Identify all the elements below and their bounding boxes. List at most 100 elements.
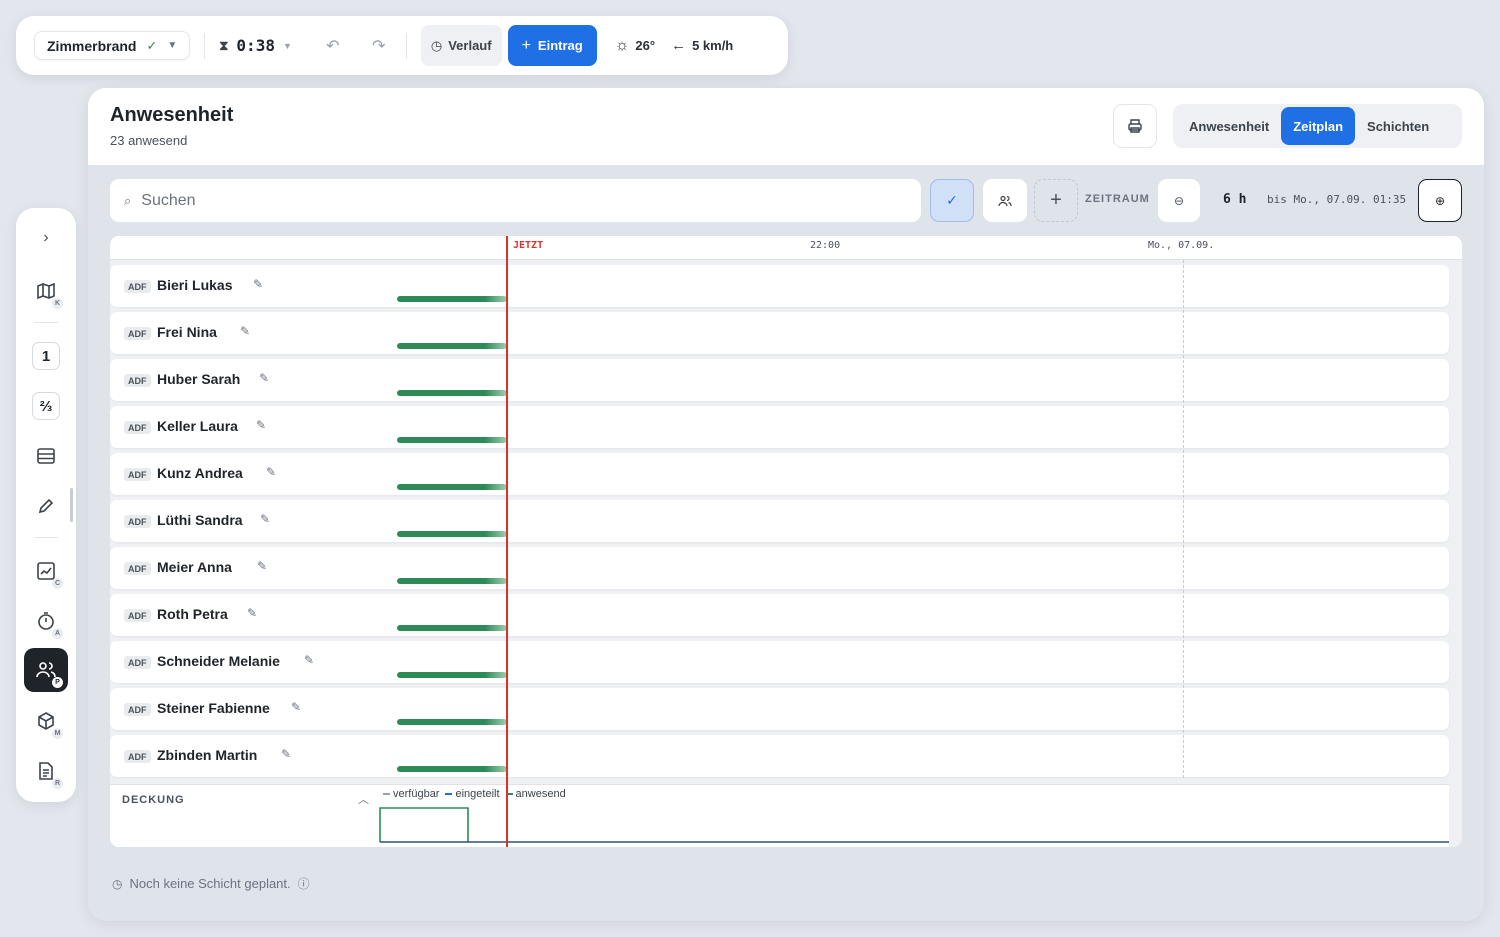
present-bar	[397, 625, 507, 631]
rail-item-1[interactable]: 1	[24, 334, 68, 378]
filter-present-toggle[interactable]: ✓	[930, 179, 974, 222]
incident-selector[interactable]: Zimmerbrand ✓ ▼	[34, 31, 191, 60]
document-icon	[39, 762, 53, 780]
person-row[interactable]: ADF Roth Petra ✎	[110, 594, 1449, 636]
person-name: Roth Petra	[157, 606, 228, 622]
edit-pencil-icon[interactable]: ✎	[281, 747, 291, 761]
verlauf-button[interactable]: ◷ Verlauf	[420, 25, 502, 66]
map-icon	[37, 282, 55, 300]
legend-verfuegbar: verfügbar	[383, 788, 439, 800]
chevron-up-icon[interactable]: ︿	[358, 791, 369, 807]
timer-selector[interactable]: ⧗ 0:38 ▼	[219, 36, 292, 55]
now-label: JETZT	[513, 240, 544, 251]
edit-pencil-icon[interactable]: ✎	[247, 606, 257, 620]
rail-item-report[interactable]: R	[24, 749, 68, 793]
expand-rail-button[interactable]: ›	[24, 216, 68, 260]
zoom-in-button[interactable]: ⊕	[1418, 179, 1462, 222]
rail-scrollbar[interactable]	[70, 488, 73, 522]
weather-temperature: ☼ 26°	[615, 37, 655, 55]
edit-pencil-icon[interactable]: ✎	[253, 277, 263, 291]
unit-tag: ADF	[124, 703, 151, 716]
rail-item-map[interactable]: K	[24, 269, 68, 313]
add-entry-button[interactable]: + Eintrag	[507, 25, 597, 66]
shortcut-badge: P	[52, 677, 63, 688]
edit-pencil-icon[interactable]: ✎	[256, 418, 266, 432]
person-row[interactable]: ADF Zbinden Martin ✎	[110, 735, 1449, 777]
present-bar	[397, 296, 507, 302]
footer-note: ◷ Noch keine Schicht geplant. ⓘ	[112, 875, 310, 892]
tab-anwesenheit[interactable]: Anwesenheit	[1177, 107, 1281, 145]
search-placeholder: Suchen	[141, 191, 196, 209]
edit-pencil-icon[interactable]: ✎	[291, 700, 301, 714]
clock-icon: ◷	[112, 876, 123, 891]
person-name: Bieri Lukas	[157, 277, 233, 293]
person-row[interactable]: ADF Bieri Lukas ✎	[110, 265, 1449, 307]
timer-value: 0:38	[236, 36, 275, 55]
rail-item-table[interactable]	[24, 434, 68, 478]
hourglass-icon: ⧗	[219, 37, 229, 53]
person-row[interactable]: ADF Steiner Fabienne ✎	[110, 688, 1449, 730]
rail-item-chart[interactable]: C	[24, 549, 68, 593]
zoom-in-icon: ⊕	[1434, 193, 1446, 208]
present-bar	[397, 719, 507, 725]
shortcut-badge: R	[52, 778, 63, 789]
present-bar	[397, 343, 507, 349]
person-row[interactable]: ADF Kunz Andrea ✎	[110, 453, 1449, 495]
tab-schichten[interactable]: Schichten	[1355, 107, 1441, 145]
chart-icon	[37, 562, 55, 580]
divider	[34, 322, 58, 323]
search-input[interactable]: ⌕ Suchen	[110, 179, 921, 222]
people-icon	[998, 195, 1012, 206]
shortcut-badge: A	[52, 628, 63, 639]
wind-value: 5 km/h	[692, 38, 734, 53]
zoom-out-button[interactable]: ⊖	[1158, 179, 1200, 222]
edit-pencil-icon[interactable]: ✎	[240, 324, 250, 338]
print-button[interactable]	[1113, 104, 1157, 148]
add-person-button[interactable]: +	[1034, 179, 1078, 222]
present-bar	[397, 766, 507, 772]
person-name: Lüthi Sandra	[157, 512, 243, 528]
time-range-until: bis Mo., 07.09. 01:35	[1267, 193, 1407, 206]
chevron-right-icon: ›	[43, 229, 49, 246]
unit-tag: ADF	[124, 515, 151, 528]
person-row[interactable]: ADF Huber Sarah ✎	[110, 359, 1449, 401]
rail-item-fraction[interactable]: ⅔	[24, 384, 68, 428]
person-name: Steiner Fabienne	[157, 700, 270, 716]
person-name: Meier Anna	[157, 559, 232, 575]
present-bar	[397, 672, 507, 678]
weather-wind: ← 5 km/h	[671, 37, 733, 54]
table-icon	[37, 448, 55, 464]
page-subtitle: 23 anwesend	[110, 133, 188, 148]
person-row[interactable]: ADF Lüthi Sandra ✎	[110, 500, 1449, 542]
rail-item-material[interactable]: M	[24, 699, 68, 743]
filter-groups-button[interactable]	[983, 179, 1027, 222]
edit-pencil-icon[interactable]: ✎	[257, 559, 267, 573]
rail-item-personnel[interactable]: P	[24, 648, 68, 692]
person-row[interactable]: ADF Schneider Melanie ✎	[110, 641, 1449, 683]
present-bar	[397, 578, 507, 584]
shortcut-badge: M	[52, 728, 63, 739]
edit-pencil-icon[interactable]: ✎	[266, 465, 276, 479]
edit-pencil-icon[interactable]: ✎	[304, 653, 314, 667]
rail-item-edit[interactable]	[24, 484, 68, 528]
plus-icon: +	[521, 36, 531, 54]
undo-button[interactable]: ↶	[320, 36, 346, 56]
info-icon[interactable]: ⓘ	[298, 875, 310, 892]
edit-pencil-icon[interactable]: ✎	[259, 371, 269, 385]
present-bar	[397, 437, 507, 443]
date-tick: Mo., 07.09.	[1148, 240, 1215, 251]
schedule-board: JETZT 22:00 Mo., 07.09. ADF Bieri Lukas ✎ A…	[110, 236, 1462, 847]
chevron-down-icon: ▼	[282, 40, 292, 51]
check-icon: ✓	[146, 37, 158, 53]
left-rail: › K 1 ⅔ C A P M R	[16, 208, 76, 802]
rail-item-timer[interactable]: A	[24, 599, 68, 643]
page-title: Anwesenheit	[110, 104, 234, 126]
edit-pencil-icon[interactable]: ✎	[260, 512, 270, 526]
person-row[interactable]: ADF Keller Laura ✎	[110, 406, 1449, 448]
person-row[interactable]: ADF Frei Nina ✎	[110, 312, 1449, 354]
redo-button[interactable]: ↷	[366, 36, 392, 56]
tab-zeitplan[interactable]: Zeitplan	[1281, 107, 1356, 145]
present-bar	[397, 390, 507, 396]
person-name: Keller Laura	[157, 418, 238, 434]
person-row[interactable]: ADF Meier Anna ✎	[110, 547, 1449, 589]
